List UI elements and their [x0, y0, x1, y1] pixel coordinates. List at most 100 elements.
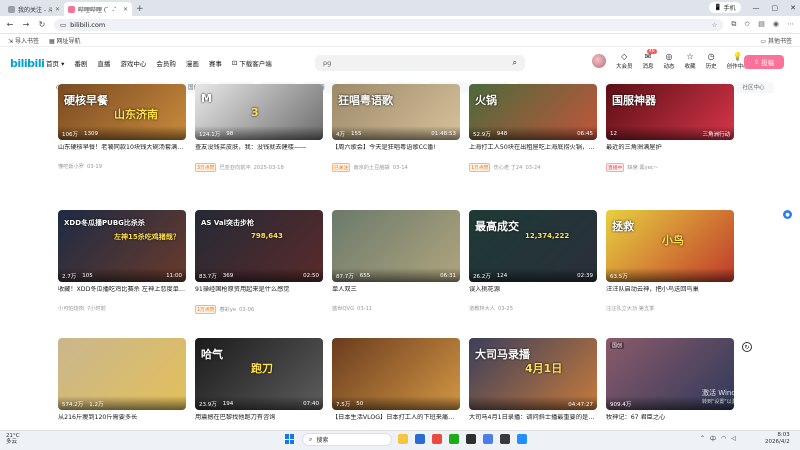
video-title[interactable]: 牧神记：67 君臣之心: [606, 414, 734, 422]
minimize-button[interactable]: —: [753, 4, 760, 12]
video-thumbnail[interactable]: 拯救 小鸟 63.5万: [606, 210, 734, 282]
upload-button[interactable]: ⇧ 投稿: [744, 55, 784, 69]
nav-vip[interactable]: ◇ 大会员: [616, 52, 633, 70]
weather-widget[interactable]: 21°C 多云: [6, 433, 20, 445]
taskbar-app-icon[interactable]: [398, 434, 408, 444]
video-title[interactable]: 单人双三: [332, 286, 460, 294]
video-thumbnail[interactable]: 87.7万 655 06:31: [332, 210, 460, 282]
video-author[interactable]: 春彩ye: [219, 306, 236, 313]
nav-history[interactable]: ◷ 历史: [706, 52, 717, 70]
search-input[interactable]: pg ⌕: [315, 55, 525, 71]
maximize-button[interactable]: ▢: [772, 4, 779, 12]
new-tab-button[interactable]: +: [136, 2, 144, 16]
video-thumbnail[interactable]: 574.2万 1.2万: [58, 338, 186, 410]
channel-chip[interactable]: 社区中心: [733, 81, 774, 93]
extensions-icon[interactable]: ⧉: [731, 20, 736, 29]
profile-icon[interactable]: ◉: [773, 20, 779, 29]
nav-membership-shop[interactable]: 会员购: [156, 58, 176, 68]
video-author[interactable]: 小可怕烧肉: [58, 305, 84, 312]
favorites-icon[interactable]: ✩: [744, 20, 750, 29]
bookmark-nav[interactable]: ▦ 网址导航: [49, 36, 81, 45]
nav-comics[interactable]: 漫画: [186, 58, 199, 68]
video-title[interactable]: 上海打工人50块在出租屋吃上海底捞火锅，简单又满足: [469, 144, 597, 152]
video-title[interactable]: 误入桃花源: [469, 286, 597, 294]
video-title[interactable]: 从216斤瘦到120斤需要多长: [58, 414, 186, 422]
video-thumbnail[interactable]: 最高成交 12,374,222 26.2万 124 02:39: [469, 210, 597, 282]
reload-icon[interactable]: ↻: [38, 20, 46, 29]
taskbar-search[interactable]: ⌕ 搜索: [302, 433, 392, 446]
video-thumbnail[interactable]: 国服神器 12 三角洲行动: [606, 84, 734, 140]
video-thumbnail[interactable]: 7.5万 50: [332, 338, 460, 410]
collections-icon[interactable]: ▤: [758, 20, 765, 29]
video-thumbnail[interactable]: 火锅 52.9万 948 06:45: [469, 84, 597, 140]
assistant-icon[interactable]: ●: [783, 210, 792, 219]
volume-icon[interactable]: ◁: [731, 435, 736, 442]
forward-icon[interactable]: →: [22, 20, 30, 29]
close-window-button[interactable]: ✕: [790, 4, 796, 12]
nav-esports[interactable]: 赛事: [209, 58, 222, 68]
video-author[interactable]: 懂吃饭小罗: [58, 163, 84, 170]
other-bookmarks[interactable]: ▭ 其他书签: [760, 36, 792, 45]
start-button[interactable]: [285, 434, 295, 444]
nav-gamecenter[interactable]: 游戏中心: [120, 58, 146, 68]
bilibili-logo[interactable]: bilibili: [10, 57, 45, 70]
close-icon[interactable]: ✕: [123, 6, 128, 13]
back-icon[interactable]: ←: [6, 20, 14, 29]
tab-bilibili[interactable]: 哔哩哔哩 (゜-゜)つ ✕: [64, 2, 132, 16]
nav-favorites[interactable]: ☆ 收藏: [685, 52, 696, 70]
video-author[interactable]: 南京的土豆脑袋: [353, 164, 389, 171]
taskbar-app-icon[interactable]: [500, 434, 510, 444]
video-title[interactable]: 收藏！XDD冬瓜播吃鸡比赛杀 左神上恋度单人15杀！骑你的没看到人也打 给冬瓜送…: [58, 286, 186, 294]
nav-download-client[interactable]: ⊡ 下载客户端: [232, 58, 272, 68]
taskbar-app-icon[interactable]: [517, 434, 527, 444]
search-icon[interactable]: ⌕: [513, 58, 517, 68]
video-thumbnail[interactable]: 哈气 跑刀 23.9万 194 07:40: [195, 338, 323, 410]
input-method[interactable]: 中: [710, 434, 716, 443]
video-thumbnail[interactable]: 大司马录播 4月1日 04:47:27: [469, 338, 597, 410]
video-title[interactable]: 汪汪队启动云神，把小鸟送回鸟巢: [606, 286, 734, 294]
video-title[interactable]: 大司马4月1日录播：调问斜士播最重要的是什么: [469, 414, 597, 422]
video-title[interactable]: 最近的三角洲满屋护: [606, 144, 734, 152]
bookmark-star-icon[interactable]: ☆: [712, 21, 718, 29]
video-author[interactable]: 伤心老 丁24: [493, 164, 522, 171]
nav-anime[interactable]: 番剧: [74, 58, 87, 68]
video-title[interactable]: 【周六歌会】今天是狂唱粤语歌CC番!: [332, 144, 460, 152]
phone-badge[interactable]: 📱 手机: [709, 2, 741, 13]
chevron-up-icon[interactable]: ⌃: [700, 435, 705, 442]
video-author[interactable]: 汪汪队立大功 第五季: [606, 305, 654, 312]
video-author[interactable]: 盛世QVG: [332, 305, 354, 312]
clock[interactable]: 8:03 2026/4/2: [765, 432, 790, 446]
taskbar-app-icon[interactable]: [432, 434, 442, 444]
video-thumbnail[interactable]: XDD冬瓜播PUBG比杀杀 左神15杀吃鸡猪哉？ 2.7万 105 11:00: [58, 210, 186, 282]
video-title[interactable]: 山东硬核早餐！老饕同款10块钱大碗汤套满纯牛肉！南方小伙一口香迷糊了~: [58, 144, 186, 152]
tab-douyu[interactable]: 我的关注 - 斗鱼 ✕: [4, 2, 64, 16]
menu-icon[interactable]: ⋯: [787, 20, 794, 29]
video-author[interactable]: 缺席 黑yec~: [627, 164, 658, 171]
video-author[interactable]: 巴亚亚向前冲: [219, 164, 250, 171]
comment-count: 105: [82, 273, 93, 279]
nav-dynamics[interactable]: ◎ 动态: [664, 52, 675, 70]
bookmark-import[interactable]: ⇲ 导入书签: [8, 36, 39, 45]
wifi-icon[interactable]: ◠: [721, 435, 726, 442]
video-author[interactable]: 道教林大人: [469, 305, 495, 312]
taskbar-app-icon[interactable]: [466, 434, 476, 444]
nav-home[interactable]: 首页 ▾: [46, 58, 64, 68]
avatar[interactable]: [592, 54, 606, 68]
taskbar-app-icon[interactable]: [449, 434, 459, 444]
refresh-feed-button[interactable]: ↻: [742, 342, 752, 352]
video-title[interactable]: 91操经国枪原资用起来是什么感觉: [195, 286, 323, 294]
nav-live[interactable]: 直播: [97, 58, 110, 68]
video-thumbnail[interactable]: 狂唱粤语歌 4万 155 01:48:53: [332, 84, 460, 140]
nav-messages[interactable]: ✉ 46 消息: [643, 49, 657, 70]
taskbar-app-icon[interactable]: [415, 434, 425, 444]
video-title[interactable]: 【日本生活VLOG】日本打工人的下班来痛时光，宽痛商场咖一整天的咖啡: [332, 414, 460, 422]
close-icon[interactable]: ✕: [55, 6, 60, 13]
taskbar-app-icon[interactable]: [483, 434, 493, 444]
nav-label: 收藏: [684, 64, 696, 70]
url-field[interactable]: ▭ bilibili.com ☆: [54, 18, 724, 31]
video-thumbnail[interactable]: AS Val突击步枪 798,643 83.7万 369 02:50: [195, 210, 323, 282]
video-thumbnail[interactable]: M 3 124.1万 98: [195, 84, 323, 140]
video-title[interactable]: 查友没钱买皮肤，我：没钱就去建楼——: [195, 144, 323, 152]
video-title[interactable]: 用震撼在巴黎找他跑刀有咨询: [195, 414, 323, 422]
video-thumbnail[interactable]: 硬核早餐 山东济南 106万 1309: [58, 84, 186, 140]
